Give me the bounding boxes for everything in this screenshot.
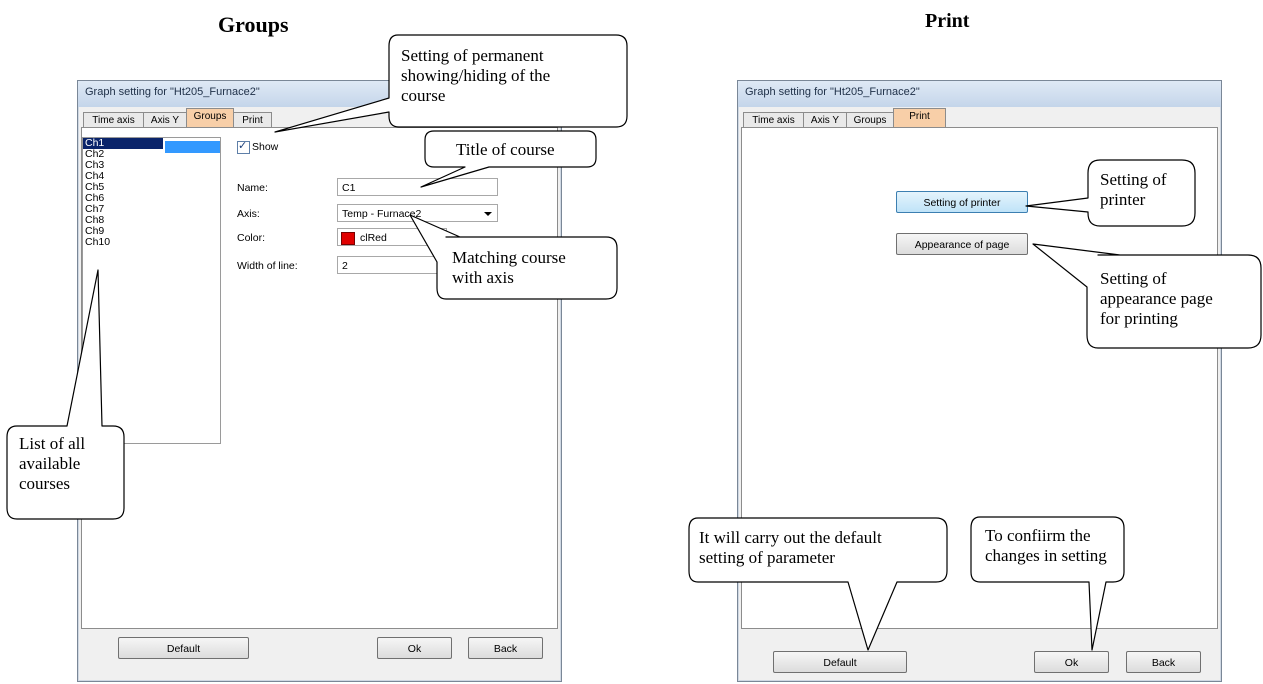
callout-default-text: It will carry out the default setting of… [699,528,882,568]
callout-line: available [19,454,81,473]
callout-appearance-text: Setting of appearance page for printing [1100,269,1213,329]
callout-line: To confiirm the [985,526,1091,545]
callout-line: appearance page [1100,289,1213,308]
callout-line: courses [19,474,70,493]
callout-line: List of all [19,434,86,453]
callout-line: for printing [1100,309,1178,328]
callout-line: changes in setting [985,546,1107,565]
callout-line: Setting of [1100,170,1167,189]
callout-confirm-text: To confiirm the changes in setting [985,526,1107,566]
callout-permanent-text: Setting of permanent showing/hiding of t… [401,46,550,106]
callout-line: with axis [452,268,514,287]
callout-line: It will carry out the default [699,528,882,547]
callout-printer-text: Setting of printer [1100,170,1167,210]
callout-line: printer [1100,190,1146,209]
callout-line: Setting of permanent [401,46,544,65]
callout-title-text: Title of course [456,140,555,159]
callout-line: setting of parameter [699,548,835,567]
callout-line: Setting of [1100,269,1167,288]
callout-line: showing/hiding of the [401,66,551,85]
callout-line: Matching course [452,248,566,267]
callout-line: course [401,86,446,105]
callout-list-text: List of all available courses [19,434,85,494]
callout-overlay [6,34,1262,651]
callout-matching-text: Matching course with axis [452,248,566,288]
